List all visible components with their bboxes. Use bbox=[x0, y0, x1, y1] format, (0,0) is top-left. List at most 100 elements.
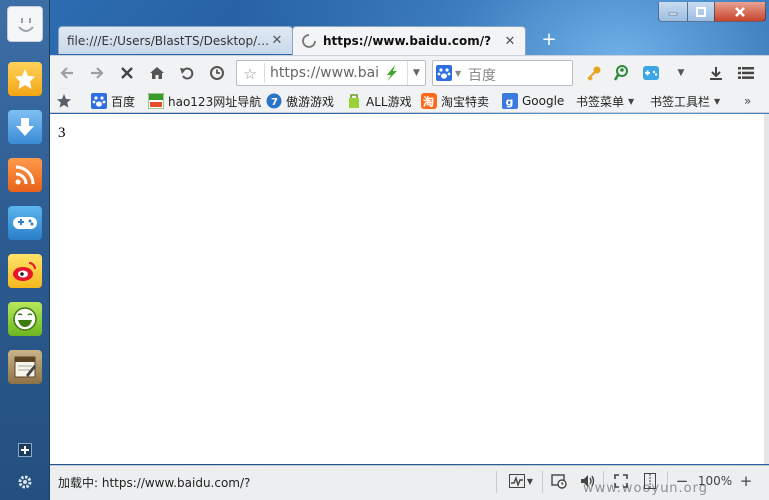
loading-spinner-icon bbox=[302, 34, 316, 48]
address-dropdown-button[interactable]: ▼ bbox=[407, 61, 425, 85]
game-icon bbox=[643, 66, 659, 80]
divider bbox=[496, 471, 497, 493]
notepad-icon bbox=[14, 356, 36, 378]
arrow-right-icon bbox=[91, 67, 104, 79]
bookmarks-bar: 百度 hao123网址导航 7 傲游游戏 ALL游戏 淘 淘宝特卖 g Goog… bbox=[50, 89, 769, 113]
plus-icon bbox=[18, 443, 32, 457]
baidu-paw-icon bbox=[436, 65, 452, 81]
star-icon bbox=[15, 69, 35, 89]
bookmark-google[interactable]: g Google bbox=[502, 92, 564, 110]
user-avatar[interactable] bbox=[7, 6, 43, 42]
tab-title: file:///E:/Users/BlastTS/Desktop/%E... bbox=[67, 33, 270, 48]
divider bbox=[542, 471, 543, 493]
new-tab-button[interactable]: + bbox=[538, 28, 560, 50]
bookmark-label: hao123网址导航 bbox=[168, 94, 262, 109]
undo-close-button[interactable] bbox=[176, 62, 198, 84]
hao123-icon bbox=[148, 93, 164, 109]
maximize-icon bbox=[696, 6, 706, 17]
bookmark-maxthon-game[interactable]: 7 傲游游戏 bbox=[266, 92, 334, 110]
search-input[interactable]: 百度 bbox=[468, 65, 496, 85]
address-bar[interactable]: ☆ https://www.bai ▼ bbox=[236, 60, 426, 86]
title-bar: file:///E:/Users/BlastTS/Desktop/%E... ✕… bbox=[50, 0, 769, 57]
svg-text:淘: 淘 bbox=[423, 95, 434, 109]
url-text[interactable]: https://www.bai bbox=[270, 65, 378, 81]
back-button[interactable] bbox=[56, 62, 78, 84]
download-tray-icon bbox=[710, 67, 722, 80]
magnifier-user-button[interactable] bbox=[611, 62, 633, 84]
tab-close-icon[interactable]: ✕ bbox=[270, 33, 284, 48]
pulse-chart-icon bbox=[508, 474, 525, 488]
download-button[interactable] bbox=[8, 110, 42, 144]
arrow-left-icon bbox=[60, 67, 73, 79]
go-button[interactable] bbox=[381, 63, 401, 83]
page-content: 3 bbox=[50, 114, 764, 464]
taobao-icon: 淘 bbox=[421, 93, 437, 109]
favorites-star-button[interactable] bbox=[8, 62, 42, 96]
bookmark-menu-dropdown[interactable]: 书签菜单 ▼ bbox=[576, 92, 634, 110]
divider bbox=[264, 63, 265, 83]
minimize-button[interactable] bbox=[658, 2, 688, 22]
grin-face-icon bbox=[13, 307, 37, 331]
loading-status-text: 加载中: https://www.baidu.com/? bbox=[58, 476, 251, 490]
notes-button[interactable] bbox=[8, 350, 42, 384]
tab-close-icon[interactable]: ✕ bbox=[503, 34, 517, 49]
bookmark-label: 百度 bbox=[111, 94, 136, 109]
bookmark-label: ALL游戏 bbox=[366, 94, 412, 109]
chevron-down-icon: ▼ bbox=[628, 96, 635, 106]
search-engine-selector[interactable]: ▼ bbox=[436, 64, 464, 82]
rss-button[interactable] bbox=[8, 158, 42, 192]
game-controller-button[interactable] bbox=[640, 62, 662, 84]
menu-button[interactable] bbox=[735, 62, 757, 84]
chevron-down-icon: ▼ bbox=[714, 96, 721, 106]
key-icon bbox=[587, 66, 601, 81]
bookmark-toolbar-dropdown[interactable]: 书签工具栏 ▼ bbox=[650, 92, 720, 110]
password-key-button[interactable] bbox=[583, 62, 605, 84]
close-icon bbox=[735, 6, 745, 17]
bookmark-taobao[interactable]: 淘 淘宝特卖 bbox=[421, 92, 489, 110]
sidebar bbox=[0, 0, 50, 500]
bookmark-star-icon[interactable]: ☆ bbox=[241, 65, 259, 83]
forward-button[interactable] bbox=[86, 62, 108, 84]
undo-icon bbox=[180, 67, 194, 80]
weibo-button[interactable] bbox=[8, 254, 42, 288]
snapshot-button[interactable] bbox=[548, 471, 570, 491]
close-window-button[interactable] bbox=[714, 2, 766, 22]
google-icon: g bbox=[502, 93, 518, 109]
screen-clock-icon bbox=[551, 474, 567, 489]
zoom-in-button[interactable]: + bbox=[738, 471, 754, 491]
gear-icon bbox=[18, 475, 32, 489]
history-button[interactable] bbox=[206, 62, 228, 84]
bookmark-label: Google bbox=[522, 94, 565, 108]
bookmark-label: 书签菜单 bbox=[576, 94, 625, 109]
emoticon-button[interactable] bbox=[8, 302, 42, 336]
bookmark-all-game[interactable]: ALL游戏 bbox=[346, 92, 412, 110]
magnify-person-icon bbox=[613, 65, 628, 81]
download-arrow-icon bbox=[16, 118, 34, 136]
chevron-down-icon: ▼ bbox=[455, 68, 462, 78]
extensions-dropdown[interactable]: ▼ bbox=[670, 62, 692, 84]
navigation-toolbar: ☆ https://www.bai ▼ ▼ 百度 ▼ bbox=[50, 55, 769, 89]
search-box[interactable]: ▼ 百度 bbox=[432, 60, 573, 86]
settings-button[interactable] bbox=[15, 472, 35, 492]
clock-icon bbox=[210, 66, 224, 80]
bookmark-label: 傲游游戏 bbox=[286, 94, 335, 109]
home-button[interactable] bbox=[146, 62, 168, 84]
bookmarks-star-icon[interactable] bbox=[56, 92, 72, 110]
rss-icon bbox=[15, 165, 35, 185]
stop-button[interactable] bbox=[116, 62, 138, 84]
star-icon bbox=[57, 94, 71, 108]
smile-face-icon bbox=[18, 18, 34, 32]
lightning-go-icon bbox=[387, 65, 397, 81]
games-button[interactable] bbox=[8, 206, 42, 240]
bookmark-baidu[interactable]: 百度 bbox=[91, 92, 135, 110]
bookmarks-overflow-button[interactable]: » bbox=[744, 92, 751, 110]
tab-baidu[interactable]: https://www.baidu.com/? ✕ bbox=[292, 26, 526, 55]
downloads-button[interactable] bbox=[705, 62, 727, 84]
network-monitor-button[interactable]: ▼ bbox=[504, 471, 538, 491]
add-sidebar-item-button[interactable] bbox=[15, 440, 35, 460]
chevron-down-icon: ▼ bbox=[526, 476, 534, 486]
maximize-button[interactable] bbox=[687, 2, 715, 22]
tab-local-file[interactable]: file:///E:/Users/BlastTS/Desktop/%E... ✕ bbox=[58, 26, 293, 54]
bookmark-label: 书签工具栏 bbox=[650, 94, 711, 109]
bookmark-hao123[interactable]: hao123网址导航 bbox=[148, 92, 261, 110]
